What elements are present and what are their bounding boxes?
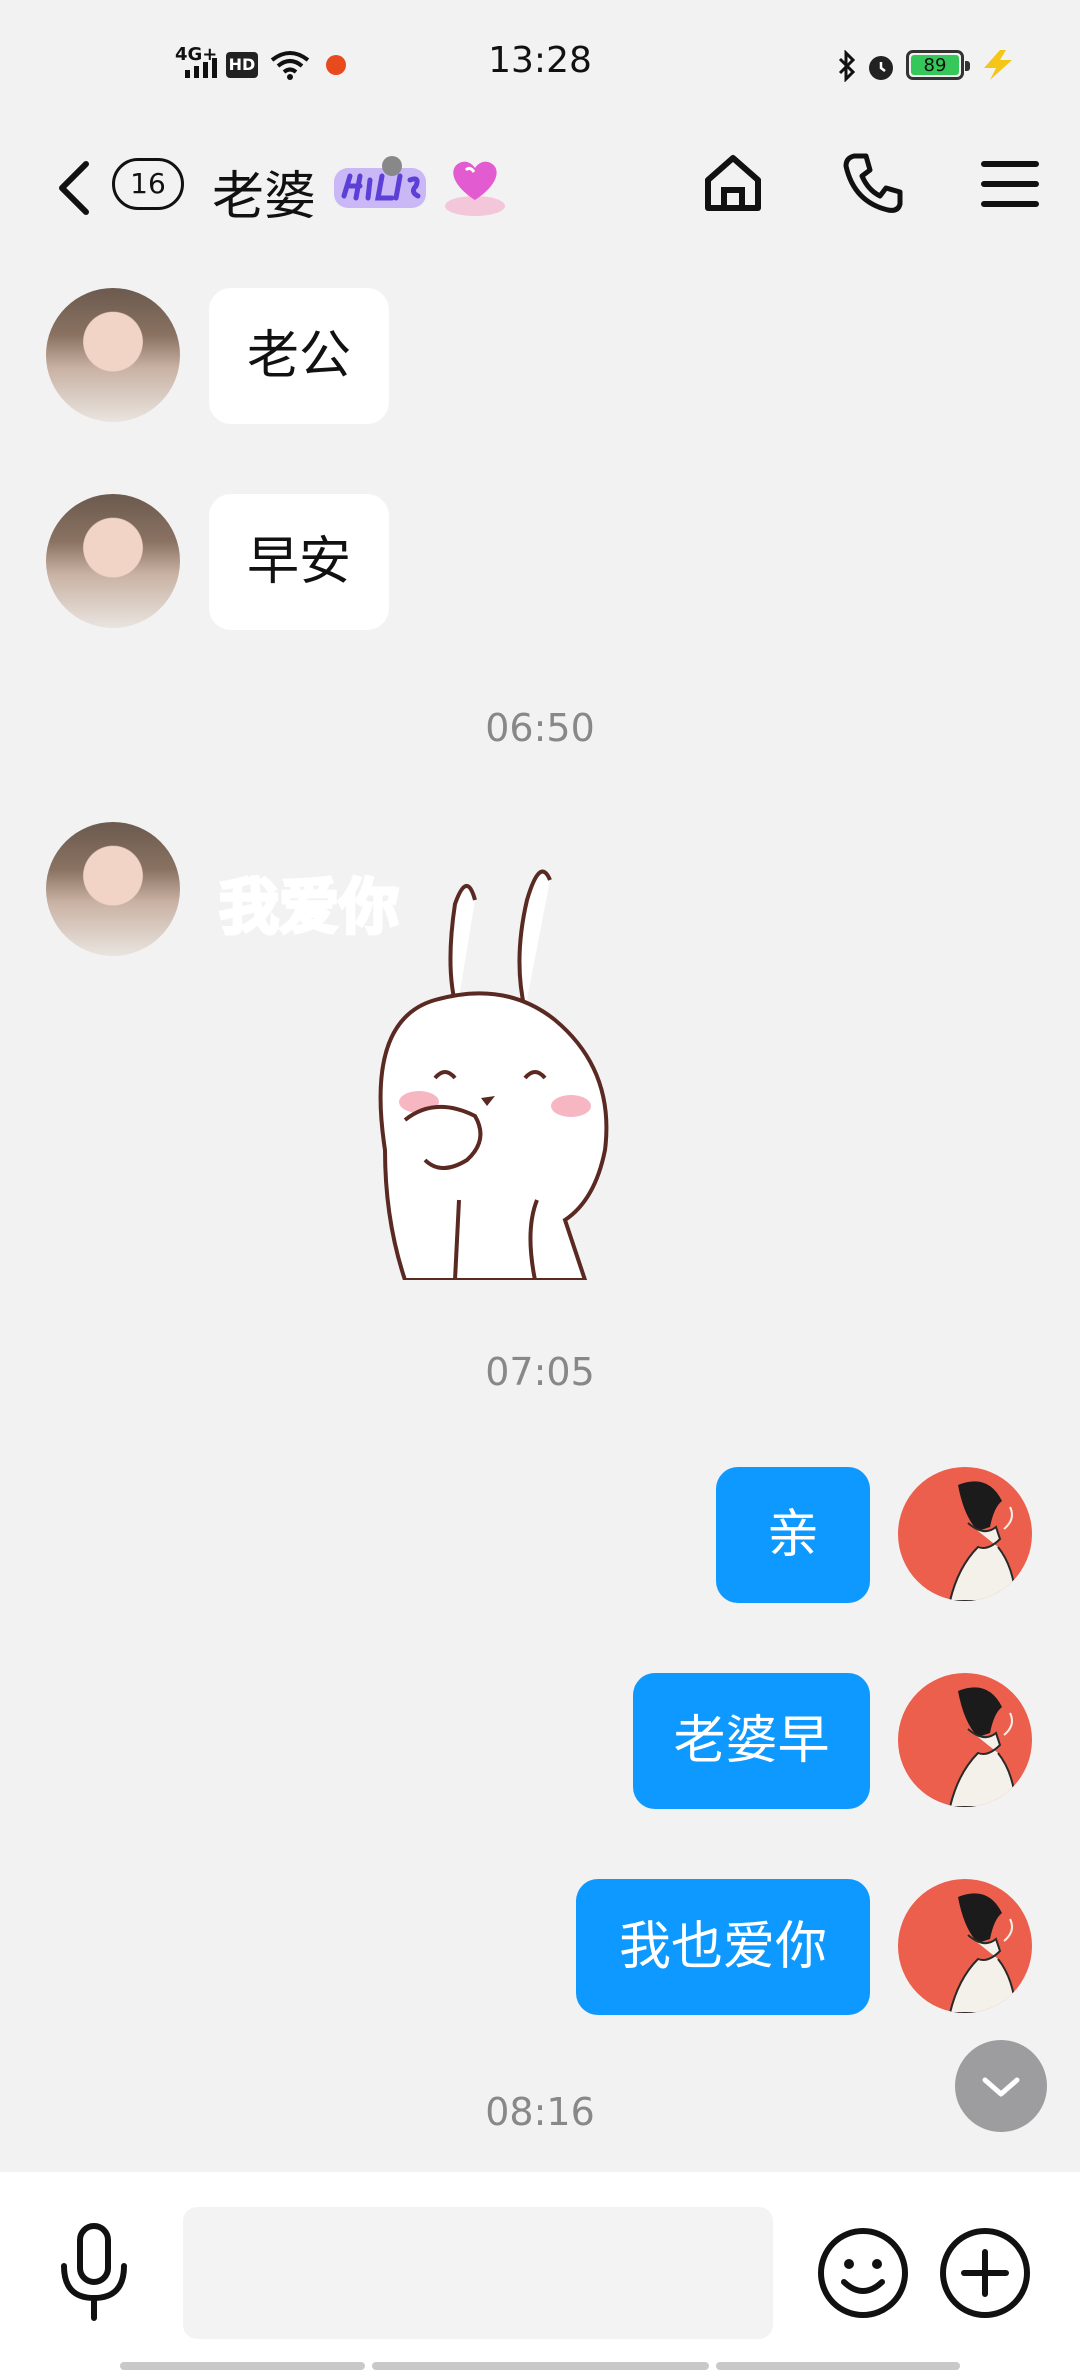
message-bubble-outgoing[interactable]: 老婆早	[633, 1673, 870, 1809]
chevron-down-icon	[982, 2077, 1020, 2097]
heart-emoji-icon	[445, 161, 505, 216]
rabbit-sticker[interactable]: 我爱你	[205, 860, 625, 1280]
avatar-illustration	[948, 1893, 1018, 2013]
plus-icon[interactable]	[938, 2226, 1032, 2320]
gesture-bar	[716, 2362, 960, 2370]
avatar-illustration	[948, 1481, 1018, 1601]
avatar-illustration	[948, 1687, 1018, 1807]
unread-count-badge[interactable]: 16	[112, 158, 184, 210]
charging-icon	[984, 50, 1012, 80]
gesture-bar	[120, 2362, 365, 2370]
status-bar: 4G+ HD 13:28 89	[0, 0, 1080, 130]
message-timestamp: 07:05	[485, 1350, 595, 1394]
my-avatar[interactable]	[898, 1467, 1032, 1601]
emoji-icon[interactable]	[816, 2226, 910, 2320]
gesture-bar	[372, 2362, 709, 2370]
message-input[interactable]	[183, 2207, 773, 2339]
sticker-caption: 我爱你	[219, 873, 399, 943]
message-timestamp: 08:16	[485, 2090, 595, 2134]
phone-icon[interactable]	[840, 150, 906, 216]
microphone-icon[interactable]	[52, 2222, 136, 2322]
back-icon[interactable]	[50, 158, 100, 218]
input-bar	[0, 2172, 1080, 2376]
alarm-icon	[869, 56, 893, 80]
chat-title[interactable]: 老婆	[212, 154, 316, 229]
battery-level: 89	[923, 54, 947, 76]
contact-avatar[interactable]	[46, 288, 180, 422]
scroll-to-bottom-button[interactable]	[955, 2040, 1047, 2132]
hi-emoji-icon	[334, 156, 426, 208]
menu-icon[interactable]	[980, 156, 1040, 212]
message-bubble-incoming[interactable]: 早安	[209, 494, 389, 630]
my-avatar[interactable]	[898, 1673, 1032, 1807]
message-timestamp: 06:50	[485, 706, 595, 750]
home-icon[interactable]	[700, 150, 766, 216]
chat-header: 16 老婆	[0, 130, 1080, 240]
contact-avatar[interactable]	[46, 494, 180, 628]
bluetooth-icon	[838, 50, 856, 82]
message-bubble-outgoing[interactable]: 我也爱你	[576, 1879, 870, 2015]
battery-icon: 89	[906, 50, 970, 80]
message-bubble-incoming[interactable]: 老公	[209, 288, 389, 424]
message-bubble-outgoing[interactable]: 亲	[716, 1467, 870, 1603]
contact-avatar[interactable]	[46, 822, 180, 956]
my-avatar[interactable]	[898, 1879, 1032, 2013]
